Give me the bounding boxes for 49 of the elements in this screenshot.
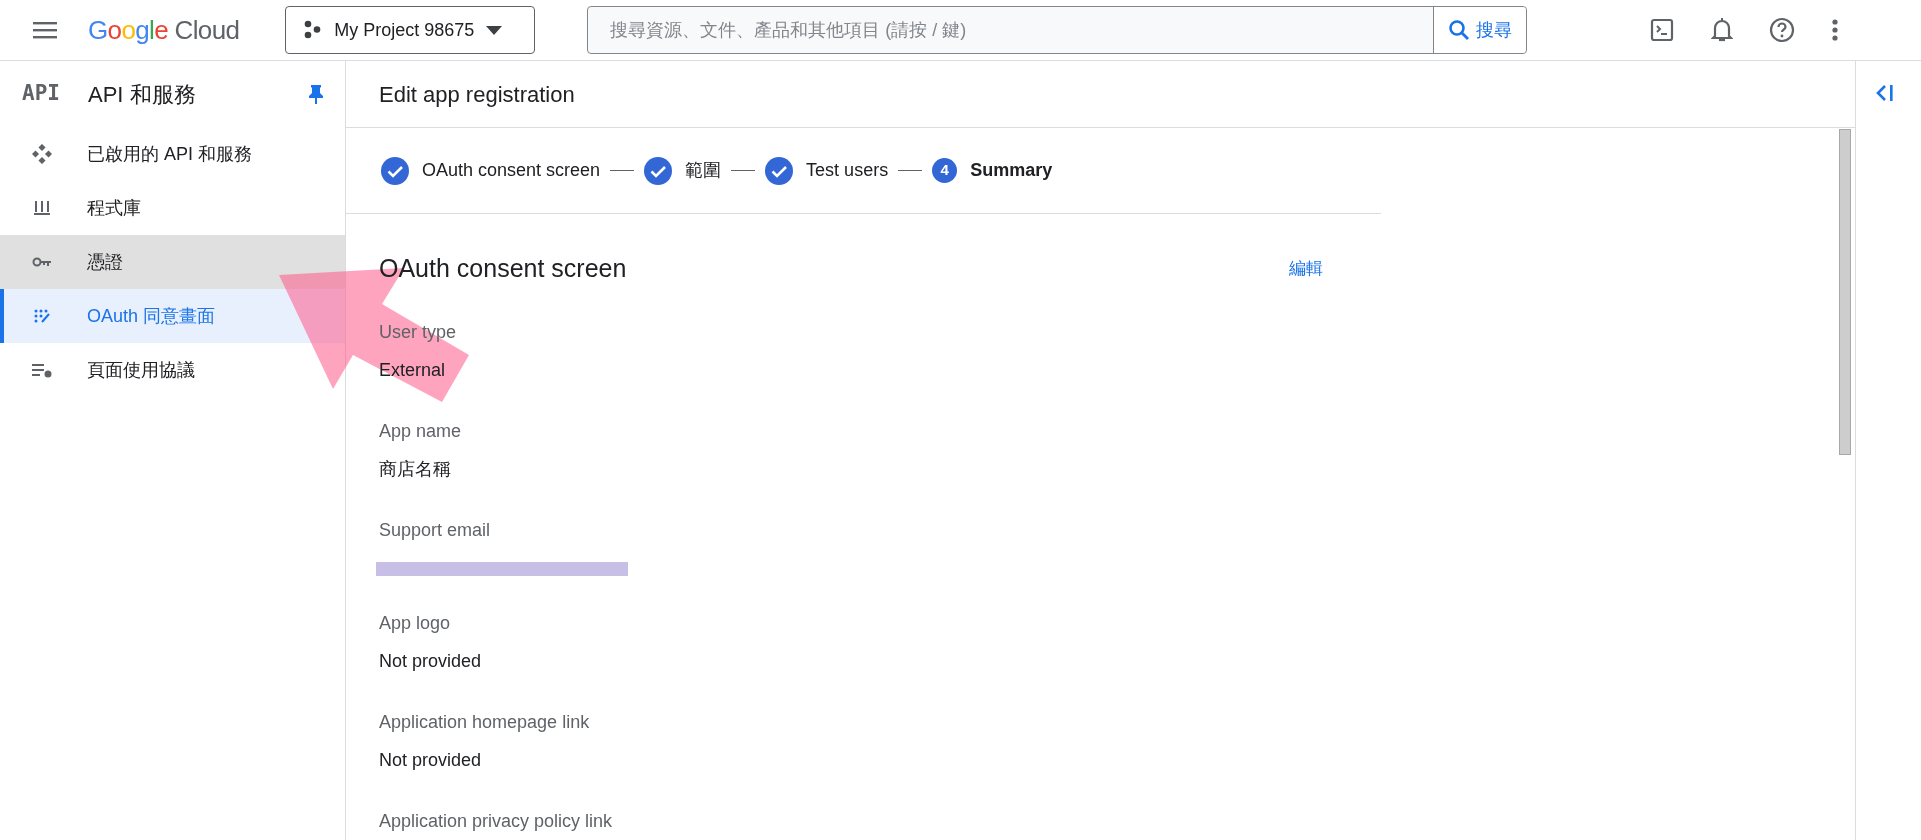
sidebar-item[interactable]: 頁面使用協議 [0, 343, 345, 397]
field-label: App logo [379, 611, 451, 635]
more-button[interactable] [1829, 17, 1841, 43]
field-value: Not provided [379, 649, 482, 673]
field-value: 商店名稱 [379, 457, 451, 481]
list-settings-icon [31, 362, 53, 378]
search-icon [1448, 19, 1471, 41]
bell-icon [1711, 17, 1733, 43]
search-field[interactable]: 搜尋資源、文件、產品和其他項目 (請按 / 鍵) 搜尋 [587, 6, 1528, 54]
page-title: Edit app registration [379, 80, 575, 109]
search-button[interactable]: 搜尋 [1433, 7, 1527, 53]
collapse-left-icon [1875, 84, 1895, 102]
field-label: Application privacy policy link [379, 809, 613, 833]
more-vertical-icon [1832, 19, 1838, 41]
check-circle-icon [765, 156, 794, 185]
project-picker[interactable]: My Project 98675 [285, 6, 536, 54]
columns-icon [33, 199, 51, 217]
terminal-button[interactable] [1649, 17, 1675, 43]
section-title: OAuth consent screen [379, 253, 627, 284]
help-icon [1769, 17, 1795, 43]
sidebar-title: API 和服務 [88, 80, 196, 109]
google-cloud-logo[interactable]: Google Cloud [88, 10, 240, 50]
stepper-step[interactable]: 4 Summary [932, 157, 1053, 184]
stepper-step[interactable]: 範圍 [644, 156, 722, 185]
scrollbar-thumb[interactable] [1839, 129, 1851, 455]
menu-icon [33, 21, 57, 39]
stepper-step[interactable]: Test users [765, 156, 889, 185]
api-label: API [22, 80, 61, 108]
sidebar-item[interactable]: 程式庫 [0, 181, 345, 235]
notifications-button[interactable] [1709, 17, 1735, 43]
field-value: External [379, 358, 446, 382]
field-value: Not provided [379, 748, 482, 772]
caret-down-icon [486, 25, 503, 35]
field-label: Support email [379, 518, 491, 542]
check-circle-icon [644, 156, 673, 185]
pin-icon[interactable] [309, 84, 323, 104]
stepper-step[interactable]: OAuth consent screen [381, 156, 601, 185]
edit-link[interactable]: 編輯 [1289, 256, 1323, 282]
terminal-icon [1650, 18, 1674, 42]
sidebar-item[interactable]: 憑證 [0, 235, 345, 289]
help-button[interactable] [1769, 17, 1795, 43]
key-icon [32, 256, 52, 268]
field-label: App name [379, 419, 462, 443]
field-label: Application homepage link [379, 710, 590, 734]
sidebar-item[interactable]: 已啟用的 API 和服務 [0, 127, 345, 181]
sidebar-item[interactable]: OAuth 同意畫面 [0, 289, 345, 343]
diamond-dots-icon [32, 144, 52, 164]
dots-icon [33, 308, 51, 324]
check-circle-icon [381, 156, 409, 185]
